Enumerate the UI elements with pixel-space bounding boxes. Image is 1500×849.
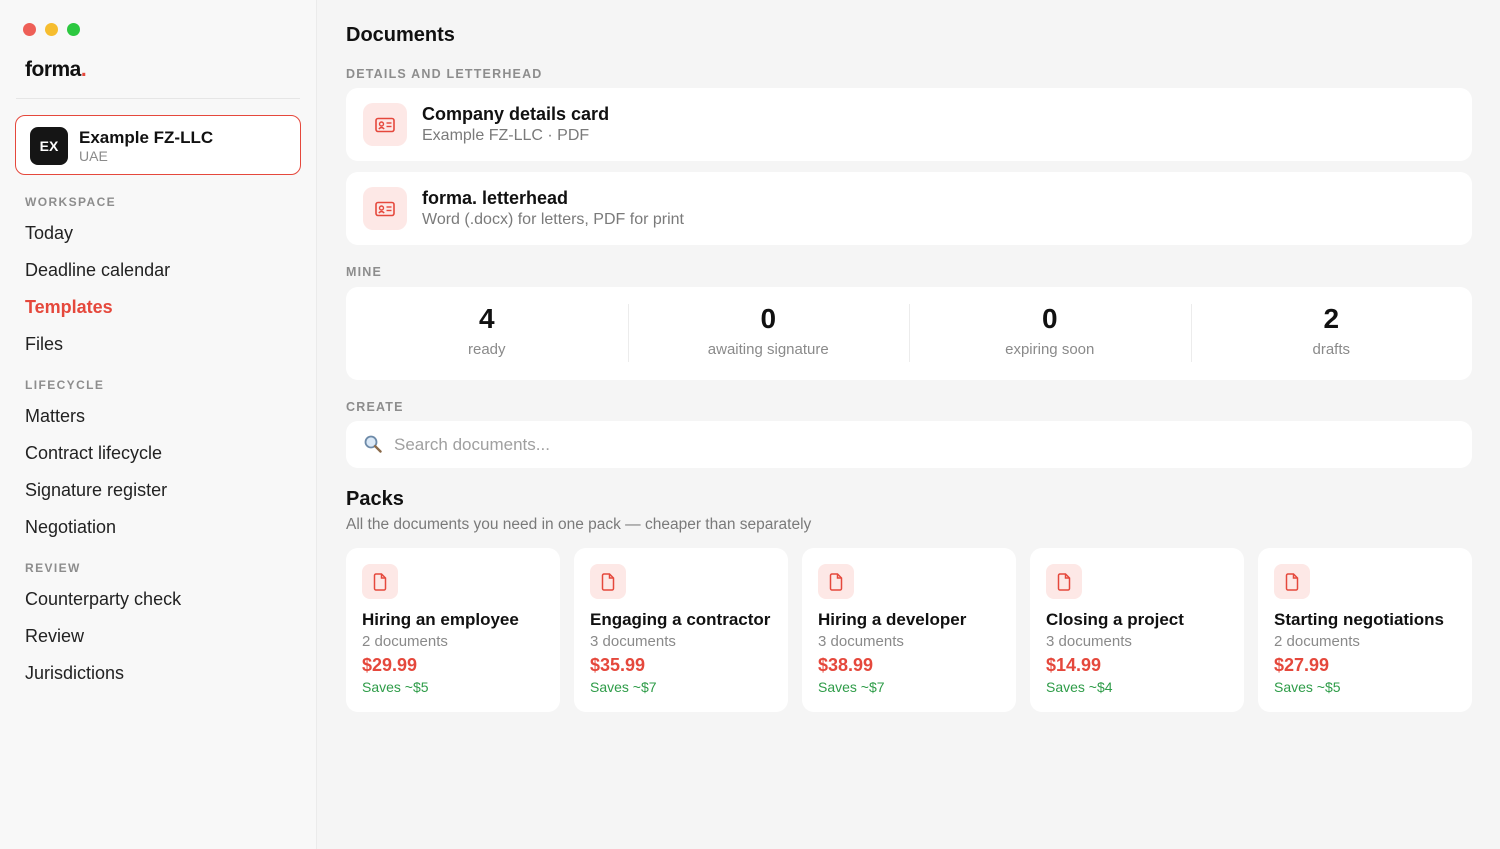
section-label-details: DETAILS AND LETTERHEAD (346, 67, 543, 81)
zoom-window-button[interactable] (67, 23, 80, 36)
pack-document-count: 3 documents (590, 633, 676, 650)
sidebar-item-today[interactable]: Today (25, 223, 73, 244)
id-card-icon (363, 187, 407, 230)
pack-name: Starting negotiations (1274, 610, 1444, 629)
letterhead-card[interactable]: forma. letterhead Word (.docx) for lette… (346, 172, 1472, 245)
window-controls (23, 23, 80, 36)
section-label-lifecycle: LIFECYCLE (25, 378, 105, 392)
packs-heading: Packs (346, 488, 404, 510)
pack-name: Engaging a contractor (590, 610, 771, 629)
stat-value: 0 (1041, 303, 1058, 334)
id-card-icon (363, 103, 407, 146)
section-label-review: REVIEW (25, 561, 81, 575)
packs-subtitle: All the documents you need in one pack —… (346, 516, 812, 533)
search-bar[interactable] (346, 421, 1472, 468)
pack-name: Hiring an employee (362, 610, 519, 629)
stat-label: expiring soon (1005, 341, 1095, 358)
sidebar-item-deadline-calendar[interactable]: Deadline calendar (25, 260, 170, 281)
document-icon (1046, 564, 1082, 599)
doc-subtitle: Word (.docx) for letters, PDF for print (422, 211, 684, 228)
pack-savings: Saves ~$5 (1274, 679, 1341, 695)
pack-savings: Saves ~$4 (1046, 679, 1113, 695)
page-title: Documents (346, 24, 455, 46)
company-details-card[interactable]: Company details card Example FZ-LLC · PD… (346, 88, 1472, 161)
search-icon (363, 434, 383, 459)
close-window-button[interactable] (23, 23, 36, 36)
section-label-workspace: WORKSPACE (25, 195, 117, 209)
search-input[interactable] (394, 429, 1444, 461)
pack-price: $35.99 (590, 655, 646, 675)
pack-price: $38.99 (818, 655, 874, 675)
section-label-mine: MINE (346, 265, 383, 279)
stat-value: 2 (1323, 303, 1340, 334)
pack-price: $14.99 (1046, 655, 1102, 675)
stat-value: 4 (478, 303, 495, 334)
stat-drafts[interactable]: 2 drafts (1190, 287, 1473, 380)
pack-price: $27.99 (1274, 655, 1330, 675)
sidebar-divider (16, 98, 300, 99)
doc-subtitle: Example FZ-LLC · PDF (422, 127, 590, 144)
document-icon (362, 564, 398, 599)
pack-card-hiring-developer[interactable]: Hiring a developer 3 documents $38.99 Sa… (802, 548, 1016, 712)
pack-savings: Saves ~$7 (590, 679, 657, 695)
sidebar-item-templates[interactable]: Templates (25, 297, 113, 318)
section-label-create: CREATE (346, 400, 404, 414)
stat-awaiting-signature[interactable]: 0 awaiting signature (627, 287, 910, 380)
pack-card-hiring-employee[interactable]: Hiring an employee 2 documents $29.99 Sa… (346, 548, 560, 712)
company-avatar: EX (30, 127, 68, 165)
pack-name: Hiring a developer (818, 610, 967, 629)
pack-name: Closing a project (1046, 610, 1184, 629)
pack-savings: Saves ~$7 (818, 679, 885, 695)
pack-savings: Saves ~$5 (362, 679, 429, 695)
doc-title: Company details card (422, 104, 610, 124)
stat-label: awaiting signature (707, 341, 829, 358)
stat-label: ready (467, 341, 506, 358)
sidebar-item-matters[interactable]: Matters (25, 406, 85, 427)
company-switcher[interactable]: EX Example FZ-LLC UAE (15, 115, 301, 175)
pack-document-count: 3 documents (818, 633, 904, 650)
stat-label: drafts (1312, 341, 1350, 358)
sidebar-item-contract-lifecycle[interactable]: Contract lifecycle (25, 443, 162, 464)
stat-expiring-soon[interactable]: 0 expiring soon (909, 287, 1191, 380)
company-name: Example FZ-LLC (79, 128, 214, 147)
sidebar: forma. EX Example FZ-LLC UAE WORKSPACE T… (0, 0, 317, 849)
minimize-window-button[interactable] (45, 23, 58, 36)
stat-value: 0 (760, 303, 777, 334)
sidebar-item-files[interactable]: Files (25, 334, 63, 355)
document-icon (590, 564, 626, 599)
pack-document-count: 2 documents (362, 633, 448, 650)
pack-card-starting-negotiations[interactable]: Starting negotiations 2 documents $27.99… (1258, 548, 1472, 712)
sidebar-item-signature-register[interactable]: Signature register (25, 480, 167, 501)
doc-title: forma. letterhead (422, 188, 569, 208)
sidebar-item-negotiation[interactable]: Negotiation (25, 517, 116, 538)
pack-document-count: 2 documents (1274, 633, 1360, 650)
pack-document-count: 3 documents (1046, 633, 1132, 650)
sidebar-item-counterparty-check[interactable]: Counterparty check (25, 589, 181, 610)
pack-card-engaging-contractor[interactable]: Engaging a contractor 3 documents $35.99… (574, 548, 788, 712)
document-icon (818, 564, 854, 599)
stat-ready[interactable]: 4 ready (346, 287, 628, 380)
stats-card: 4 ready 0 awaiting signature 0 expiring … (346, 287, 1472, 380)
sidebar-item-jurisdictions[interactable]: Jurisdictions (25, 663, 124, 684)
app-logo: forma. (25, 58, 87, 81)
pack-card-closing-project[interactable]: Closing a project 3 documents $14.99 Sav… (1030, 548, 1244, 712)
pack-price: $29.99 (362, 655, 418, 675)
sidebar-item-review[interactable]: Review (25, 626, 84, 647)
company-country: UAE (79, 148, 108, 164)
document-icon (1274, 564, 1310, 599)
